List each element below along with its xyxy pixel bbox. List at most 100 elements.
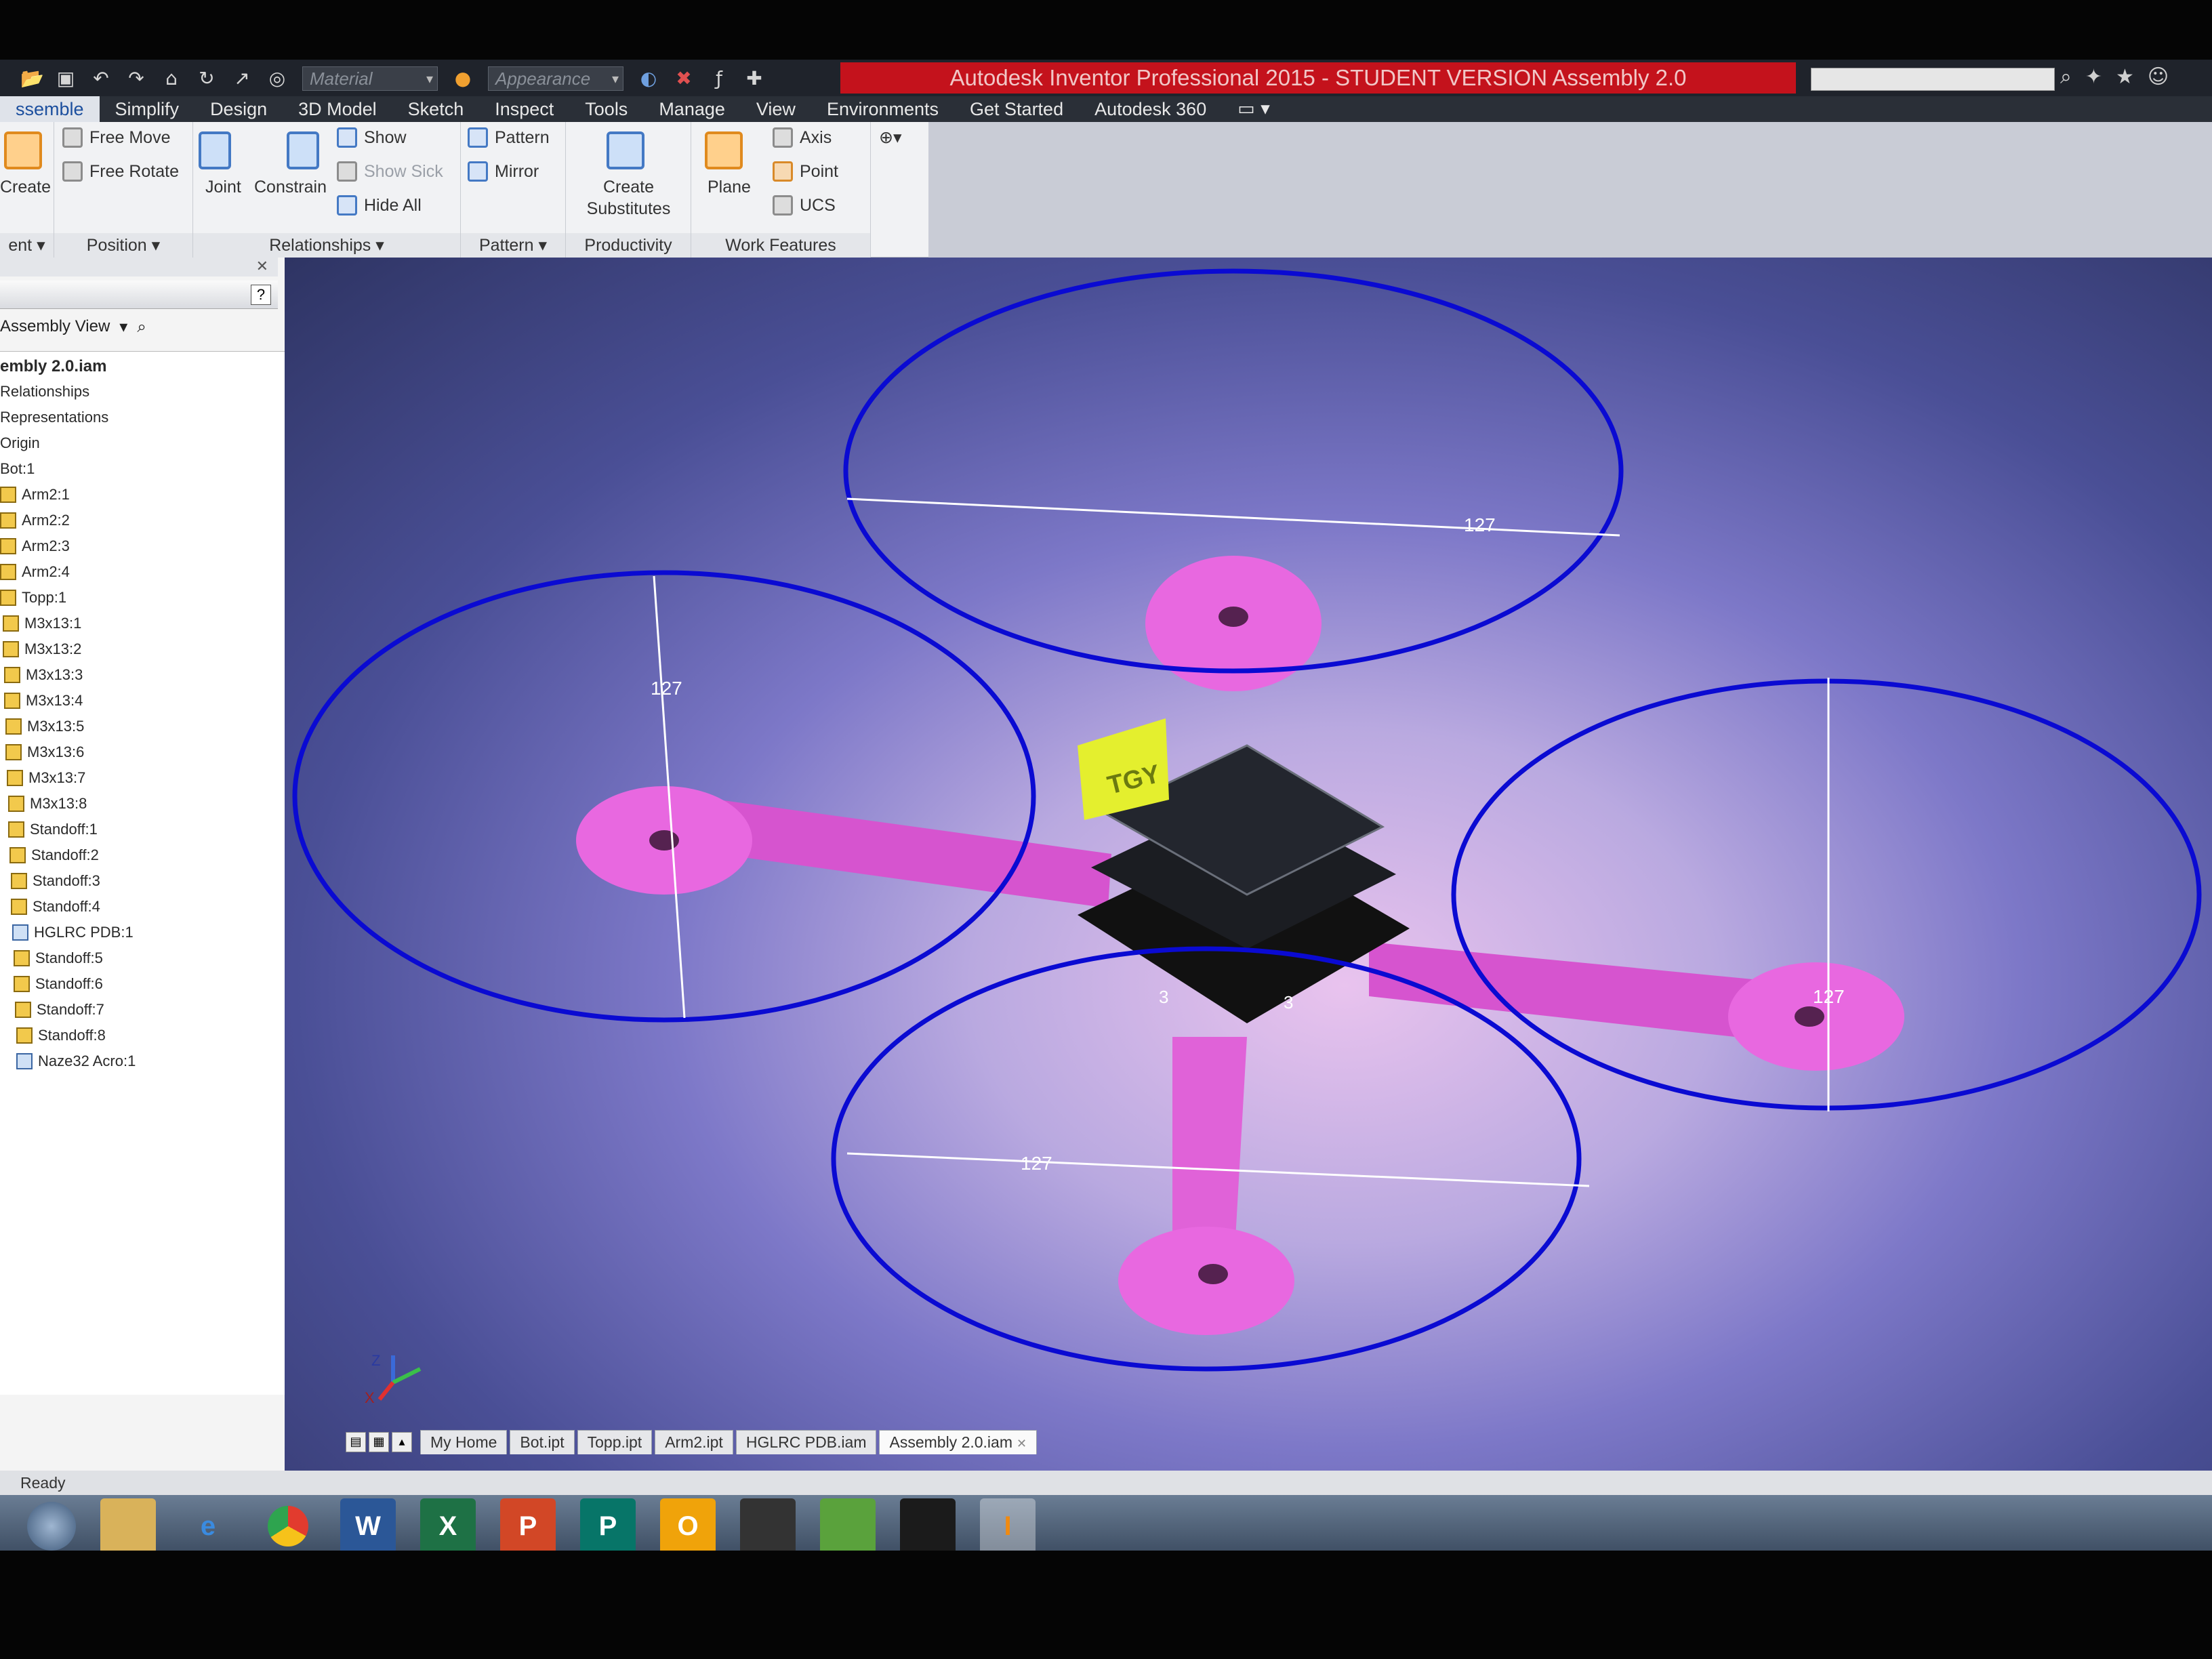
tree-node[interactable]: M3x13:3	[4, 666, 83, 684]
create-label[interactable]: Create	[0, 178, 51, 197]
show-sick-button[interactable]: Show Sick	[337, 161, 443, 182]
tree-node[interactable]: Standoff:1	[8, 821, 98, 838]
binoculars-icon[interactable]: ⌕	[2060, 65, 2072, 89]
doc-tab-bot[interactable]: Bot.ipt	[510, 1430, 575, 1454]
explorer-icon[interactable]	[100, 1498, 156, 1551]
tree-node[interactable]: M3x13:2	[3, 640, 81, 658]
tab-tools[interactable]: Tools	[569, 96, 643, 122]
show-button[interactable]: Show	[337, 127, 407, 148]
appearance-icon[interactable]: ●	[453, 68, 473, 89]
work-features-group-title[interactable]: Work Features	[691, 233, 870, 258]
pattern-button[interactable]: Pattern	[468, 127, 550, 148]
tree-node[interactable]: Naze32 Acro:1	[16, 1052, 136, 1070]
dimension-bottom[interactable]: 127	[1021, 1153, 1052, 1174]
create-component-icon[interactable]	[4, 131, 42, 169]
tree-node[interactable]: M3x13:7	[7, 769, 85, 787]
cascade-icon[interactable]: ▦	[369, 1432, 389, 1452]
tab-get-started[interactable]: Get Started	[954, 96, 1079, 122]
open-icon[interactable]: 📂	[20, 68, 44, 89]
star-icon[interactable]: ★	[2116, 65, 2134, 89]
app-icon[interactable]	[900, 1498, 956, 1551]
tree-node[interactable]: M3x13:8	[8, 795, 87, 813]
doc-tab-my-home[interactable]: My Home	[420, 1430, 508, 1454]
tree-node[interactable]: Arm2:1	[0, 486, 70, 504]
tree-node[interactable]: Standoff:8	[16, 1027, 106, 1044]
app-icon[interactable]	[740, 1498, 796, 1551]
plane-icon[interactable]	[705, 131, 743, 169]
plane-button[interactable]: Plane	[708, 178, 751, 197]
tree-node[interactable]: Standoff:6	[14, 975, 103, 993]
tree-node[interactable]: M3x13:1	[3, 615, 81, 632]
tab-environments[interactable]: Environments	[811, 96, 954, 122]
tab-simplify[interactable]: Simplify	[100, 96, 195, 122]
relationships-group-title[interactable]: Relationships ▾	[193, 233, 460, 258]
plus-icon[interactable]: ✚	[744, 68, 764, 89]
constrain-icon[interactable]	[287, 131, 319, 169]
productivity-group-title[interactable]: Productivity	[566, 233, 691, 258]
tree-node[interactable]: Bot:1	[0, 460, 35, 478]
tile-icon[interactable]: ▤	[346, 1432, 366, 1452]
home-icon[interactable]: ⌂	[161, 68, 182, 89]
outlook-icon[interactable]: O	[660, 1498, 716, 1551]
create-substitutes-icon[interactable]	[607, 131, 644, 169]
hide-all-button[interactable]: Hide All	[337, 195, 422, 216]
start-button[interactable]	[27, 1502, 76, 1551]
position-group-title[interactable]: Position ▾	[54, 233, 192, 258]
free-rotate-button[interactable]: Free Rotate	[62, 161, 179, 182]
doc-tab-arm2[interactable]: Arm2.ipt	[655, 1430, 733, 1454]
tab-view[interactable]: View	[741, 96, 811, 122]
mirror-button[interactable]: Mirror	[468, 161, 539, 182]
tab-autodesk-360[interactable]: Autodesk 360	[1079, 96, 1222, 122]
doc-tab-topp[interactable]: Topp.ipt	[577, 1430, 653, 1454]
powerpoint-icon[interactable]: P	[500, 1498, 556, 1551]
tree-node[interactable]: Standoff:3	[11, 872, 100, 890]
tree-node[interactable]: Standoff:4	[11, 898, 100, 916]
tree-node[interactable]: HGLRC PDB:1	[12, 924, 134, 941]
browser-view-selector[interactable]: Assembly View ▾ ⌕	[0, 317, 146, 336]
tree-node[interactable]: Arm2:4	[0, 563, 70, 581]
point-button[interactable]: Point	[773, 161, 838, 182]
doc-tab-hglrc-pdb[interactable]: HGLRC PDB.iam	[735, 1430, 877, 1454]
tab-inspect[interactable]: Inspect	[479, 96, 569, 122]
clear-icon[interactable]: ✖	[674, 68, 694, 89]
tab-assemble[interactable]: ssemble	[0, 96, 100, 122]
adjust-icon[interactable]: ◐	[638, 68, 659, 89]
material-combo[interactable]: Material ▾	[302, 66, 438, 91]
help-icon[interactable]: ?	[251, 285, 271, 305]
dimension-right[interactable]: 127	[1813, 986, 1845, 1007]
chrome-icon[interactable]	[260, 1498, 316, 1551]
update-icon[interactable]: ↻	[197, 68, 217, 89]
tree-root[interactable]: embly 2.0.iam	[0, 357, 106, 376]
appearance-combo[interactable]: Appearance ▾	[488, 66, 623, 91]
free-move-button[interactable]: Free Move	[62, 127, 170, 148]
tab-3d-model[interactable]: 3D Model	[283, 96, 392, 122]
word-icon[interactable]: W	[340, 1498, 396, 1551]
internet-explorer-icon[interactable]: e	[180, 1498, 236, 1551]
publisher-icon[interactable]: P	[580, 1498, 636, 1551]
fx-icon[interactable]: ƒ	[709, 68, 729, 89]
inventor-icon[interactable]: I	[980, 1498, 1036, 1551]
ucs-button[interactable]: UCS	[773, 195, 836, 216]
tree-node[interactable]: Topp:1	[0, 589, 66, 607]
tree-node[interactable]: Standoff:5	[14, 949, 103, 967]
tree-node[interactable]: Standoff:2	[9, 846, 99, 864]
app-icon[interactable]	[820, 1498, 876, 1551]
color-icon[interactable]: ◎	[267, 68, 287, 89]
browser-close-icon[interactable]: ✕	[0, 258, 278, 276]
save-icon[interactable]: ▣	[56, 68, 76, 89]
ribbon-options-icon[interactable]: ▭ ▾	[1222, 96, 1286, 122]
excel-icon[interactable]: X	[420, 1498, 476, 1551]
tree-node[interactable]: M3x13:5	[5, 718, 84, 735]
close-icon[interactable]: ✕	[1017, 1437, 1027, 1450]
help-search-input[interactable]	[1811, 68, 2055, 91]
tab-design[interactable]: Design	[194, 96, 283, 122]
component-group-title[interactable]: ent ▾	[0, 233, 54, 258]
joint-button[interactable]: Joint	[205, 178, 241, 197]
select-icon[interactable]: ↗	[232, 68, 252, 89]
user-icon[interactable]: ☺	[2148, 65, 2169, 89]
dimension-top[interactable]: 127	[1464, 514, 1496, 535]
tree-node[interactable]: M3x13:4	[4, 692, 83, 710]
tree-node[interactable]: Arm2:2	[0, 512, 70, 529]
undo-icon[interactable]: ↶	[91, 68, 111, 89]
tree-node[interactable]: Origin	[0, 434, 40, 452]
